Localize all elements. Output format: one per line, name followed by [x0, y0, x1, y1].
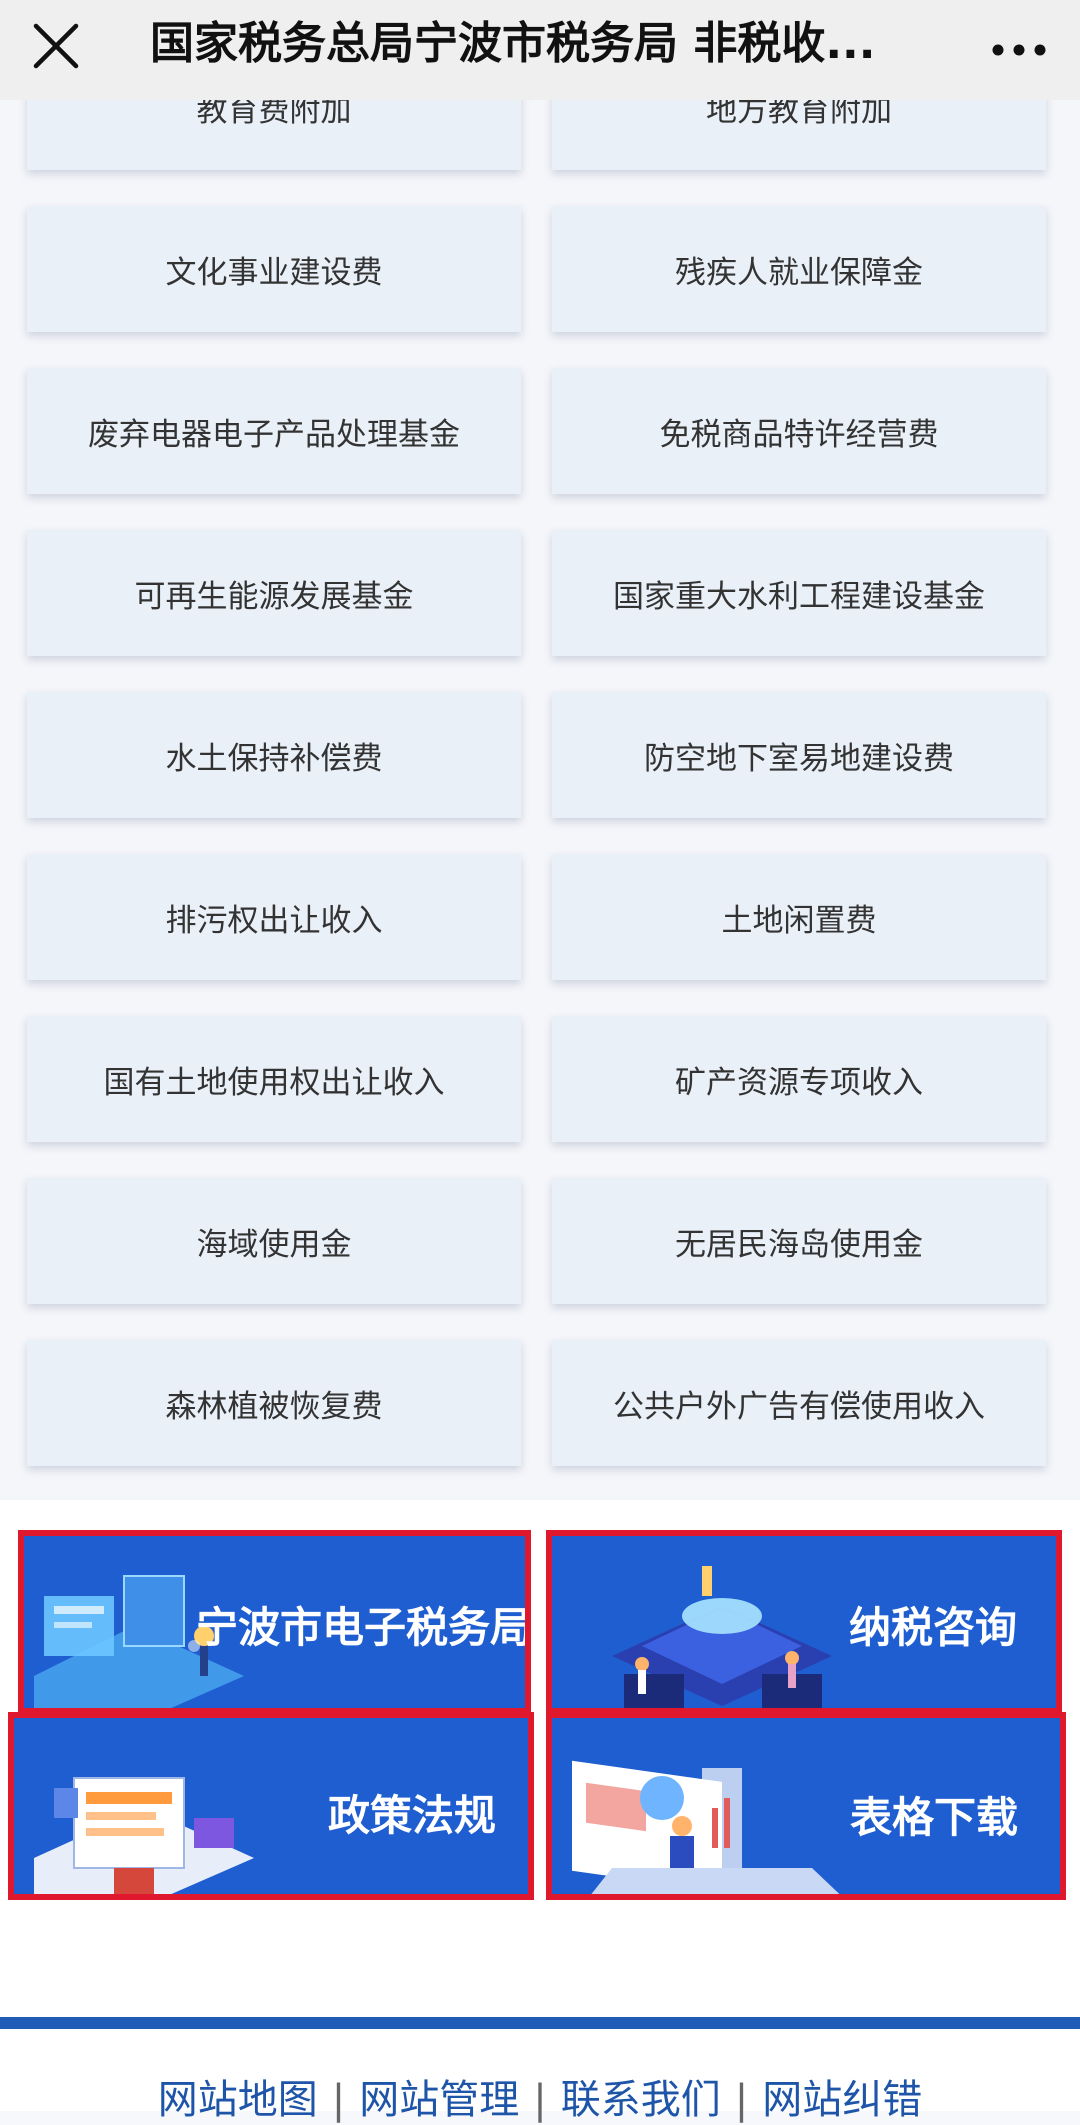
- footer-divider: [0, 2017, 1080, 2029]
- top-nav-bar: 国家税务总局宁波市税务局 非税收...: [0, 0, 1080, 100]
- contact-us-link[interactable]: 联系我们: [561, 2077, 721, 2123]
- footer: 网站地图 | 网站管理 | 联系我们 | 网站纠错: [0, 2029, 1080, 2123]
- site-errata-link[interactable]: 网站纠错: [762, 2077, 922, 2123]
- form-download-label: 表格下载: [850, 1793, 1019, 1842]
- fee-item[interactable]: 可再生能源发展基金: [27, 530, 521, 656]
- etax-bureau-label: 宁波市电子税务局: [196, 1603, 531, 1652]
- more-icon[interactable]: [984, 20, 1054, 76]
- fee-item[interactable]: 排污权出让收入: [27, 854, 521, 980]
- fee-item[interactable]: 国有土地使用权出让收入: [27, 1016, 521, 1142]
- fee-item[interactable]: 免税商品特许经营费: [552, 368, 1046, 494]
- page-title: 国家税务总局宁波市税务局 非税收...: [150, 18, 876, 69]
- sitemap-link[interactable]: 网站地图: [158, 2077, 318, 2123]
- policy-label: 政策法规: [328, 1791, 497, 1840]
- footer-separator: |: [533, 2077, 547, 2123]
- fee-item[interactable]: 海域使用金: [27, 1178, 521, 1304]
- footer-separator: |: [734, 2077, 749, 2123]
- fee-item[interactable]: 国家重大水利工程建设基金: [552, 530, 1046, 656]
- policy-banner[interactable]: 政策法规: [8, 1712, 534, 1900]
- site-admin-link[interactable]: 网站管理: [359, 2077, 519, 2123]
- fee-item[interactable]: 防空地下室易地建设费: [552, 692, 1046, 818]
- service-banners: 宁波市电子税务局 纳税咨询 政策法规 表格下载: [0, 1500, 1080, 2020]
- fee-item[interactable]: 森林植被恢复费: [27, 1340, 521, 1466]
- fee-item[interactable]: 残疾人就业保障金: [552, 206, 1046, 332]
- fee-item[interactable]: 土地闲置费: [552, 854, 1046, 980]
- footer-links: 网站地图 | 网站管理 | 联系我们 | 网站纠错: [0, 2067, 1080, 2125]
- tax-consult-label: 纳税咨询: [849, 1603, 1018, 1652]
- fee-item[interactable]: 无居民海岛使用金: [552, 1178, 1046, 1304]
- fee-item-grid: 教育费附加 地方教育附加 文化事业建设费 残疾人就业保障金 废弃电器电子产品处理…: [0, 0, 1080, 1500]
- form-download-banner[interactable]: 表格下载: [546, 1712, 1066, 1900]
- fee-item[interactable]: 废弃电器电子产品处理基金: [27, 368, 521, 494]
- fee-item[interactable]: 公共户外广告有偿使用收入: [552, 1340, 1046, 1466]
- close-icon[interactable]: [28, 18, 84, 74]
- fee-item[interactable]: 矿产资源专项收入: [552, 1016, 1046, 1142]
- fee-item[interactable]: 文化事业建设费: [27, 206, 521, 332]
- etax-bureau-banner[interactable]: 宁波市电子税务局: [18, 1530, 531, 1714]
- tax-consult-banner[interactable]: 纳税咨询: [546, 1530, 1062, 1714]
- footer-separator: |: [331, 2077, 346, 2123]
- fee-item[interactable]: 水土保持补偿费: [27, 692, 521, 818]
